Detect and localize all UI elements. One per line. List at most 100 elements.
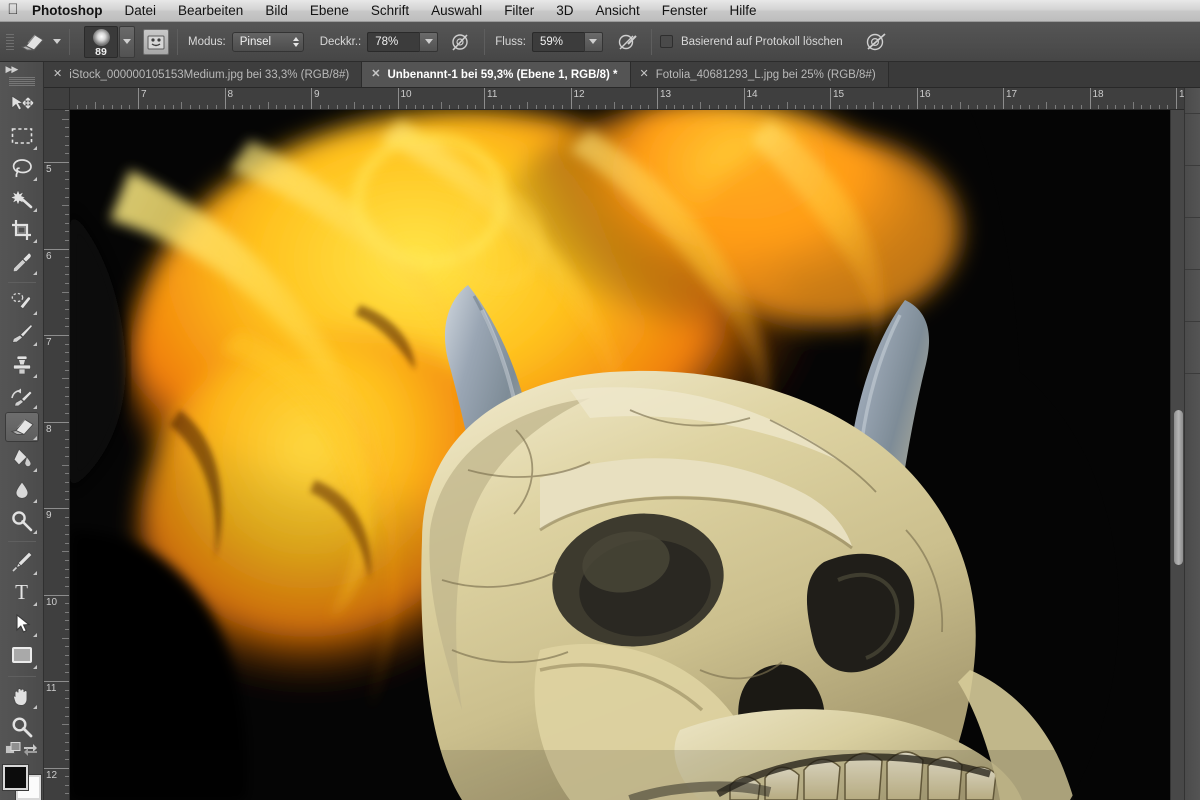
- ruler-tick-minor: [354, 102, 356, 109]
- path-selection-tool[interactable]: [5, 609, 39, 639]
- document-tab-active[interactable]: ✕ Unbenannt-1 bei 59,3% (Ebene 1, RGB/8)…: [362, 62, 631, 87]
- vertical-scrollbar-thumb[interactable]: [1174, 410, 1183, 565]
- ruler-label: 15: [833, 89, 845, 100]
- menu-bild[interactable]: Bild: [254, 0, 299, 22]
- ruler-label: 13: [660, 89, 672, 100]
- brush-tool[interactable]: [5, 318, 39, 348]
- eraser-icon[interactable]: [17, 29, 47, 55]
- quick-mask-icon[interactable]: [4, 742, 22, 762]
- dock-tab[interactable]: [1185, 166, 1200, 218]
- close-icon[interactable]: ✕: [640, 69, 649, 80]
- ruler-tick-minor: [994, 105, 996, 109]
- gradient-tool[interactable]: [5, 443, 39, 473]
- lasso-tool[interactable]: [5, 153, 39, 183]
- options-bar-grip[interactable]: [3, 29, 17, 55]
- opacity-slider-caret-icon[interactable]: [419, 31, 439, 52]
- menu-fenster[interactable]: Fenster: [651, 0, 719, 22]
- apple-logo-icon[interactable]: : [0, 2, 26, 19]
- dodge-tool[interactable]: [5, 506, 39, 536]
- ruler-tick-minor: [968, 105, 970, 109]
- menu-3d[interactable]: 3D: [545, 0, 584, 22]
- blend-mode-select[interactable]: Pinsel: [231, 31, 304, 52]
- vertical-scrollbar[interactable]: [1170, 110, 1184, 800]
- ruler-tick-minor: [440, 102, 442, 109]
- ruler-tick-minor: [65, 213, 69, 215]
- menu-photoshop[interactable]: Photoshop: [26, 0, 114, 22]
- ruler-tick-minor: [65, 456, 69, 458]
- crop-tool[interactable]: [5, 215, 39, 245]
- ruler-tick-major: [743, 88, 745, 109]
- menu-auswahl[interactable]: Auswahl: [420, 0, 493, 22]
- close-icon[interactable]: ✕: [371, 69, 380, 80]
- dock-tab[interactable]: [1185, 270, 1200, 322]
- type-tool[interactable]: T: [5, 578, 39, 608]
- ruler-tick-minor: [864, 105, 866, 109]
- submenu-indicator-icon: [32, 373, 37, 378]
- brush-preset-picker[interactable]: 89: [84, 25, 118, 58]
- magic-wand-tool[interactable]: [5, 184, 39, 214]
- opacity-input[interactable]: 78%: [367, 31, 420, 52]
- collapsed-panel-dock[interactable]: [1184, 62, 1200, 800]
- menu-datei[interactable]: Datei: [114, 0, 168, 22]
- menu-ansicht[interactable]: Ansicht: [584, 0, 650, 22]
- document-tab[interactable]: ✕ Fotolia_40681293_L.jpg bei 25% (RGB/8#…: [630, 62, 889, 87]
- menu-bearbeiten[interactable]: Bearbeiten: [167, 0, 254, 22]
- close-icon[interactable]: ✕: [53, 69, 62, 80]
- zoom-tool[interactable]: [5, 712, 39, 742]
- pen-tool[interactable]: [5, 546, 39, 576]
- menu-schrift[interactable]: Schrift: [360, 0, 420, 22]
- flow-input[interactable]: 59%: [531, 31, 584, 52]
- ruler-tick-minor: [163, 105, 165, 109]
- brush-panel-icon[interactable]: [143, 28, 169, 55]
- eraser-tool[interactable]: [4, 412, 39, 443]
- ruler-tick-minor: [336, 105, 338, 109]
- ruler-tick-minor: [769, 105, 771, 109]
- menu-hilfe[interactable]: Hilfe: [719, 0, 768, 22]
- ruler-tick-minor: [65, 144, 69, 146]
- flow-slider-caret-icon[interactable]: [583, 31, 603, 52]
- screen-mode-icon[interactable]: [22, 742, 39, 762]
- rectangular-marquee-tool[interactable]: [5, 121, 39, 151]
- ruler-label: 9: [46, 510, 52, 521]
- dock-tab[interactable]: [1185, 322, 1200, 374]
- ruler-tick-minor: [475, 105, 477, 109]
- ruler-tick-minor: [65, 499, 69, 501]
- menu-ebene[interactable]: Ebene: [299, 0, 360, 22]
- toolbox-grip[interactable]: [8, 76, 35, 86]
- ruler-tick-minor: [65, 300, 69, 302]
- rectangle-shape-tool[interactable]: [5, 640, 39, 670]
- ruler-tick-minor: [65, 309, 69, 311]
- airbrush-icon[interactable]: [613, 29, 643, 55]
- document-tab[interactable]: ✕ iStock_000000105153Medium.jpg bei 33,3…: [44, 62, 363, 87]
- eyedropper-tool[interactable]: [5, 246, 39, 276]
- ruler-tick-minor: [1011, 105, 1013, 109]
- ruler-tick-minor: [821, 105, 823, 109]
- history-brush-tool[interactable]: [5, 381, 39, 411]
- vertical-ruler[interactable]: 5 6 7 8 9 10 11 12: [44, 110, 70, 800]
- menu-filter[interactable]: Filter: [493, 0, 545, 22]
- dock-tab[interactable]: [1185, 114, 1200, 166]
- pressure-size-icon[interactable]: [861, 29, 891, 55]
- expand-panel-icon[interactable]: ▶▶: [0, 62, 44, 77]
- document-canvas[interactable]: [70, 110, 1170, 800]
- hand-tool[interactable]: [5, 681, 39, 711]
- ruler-tick-minor: [1106, 105, 1108, 109]
- brush-picker-caret-icon[interactable]: [119, 25, 135, 58]
- foreground-color-swatch[interactable]: [2, 765, 28, 791]
- ruler-tick-major: [1089, 88, 1091, 109]
- tool-preset-caret-icon[interactable]: [53, 39, 61, 44]
- ruler-corner[interactable]: [44, 88, 70, 110]
- submenu-indicator-icon: [32, 239, 37, 244]
- blur-tool[interactable]: [5, 475, 39, 505]
- clone-stamp-tool[interactable]: [5, 349, 39, 379]
- ruler-tick-minor: [65, 516, 69, 518]
- ruler-tick-minor: [65, 689, 69, 691]
- healing-brush-tool[interactable]: [5, 287, 39, 317]
- move-tool[interactable]: [5, 90, 39, 120]
- ruler-tick-minor: [65, 326, 69, 328]
- ruler-tick-minor: [65, 179, 69, 181]
- pressure-opacity-icon[interactable]: [446, 29, 476, 55]
- horizontal-ruler[interactable]: 78910111213141516171819: [70, 88, 1200, 110]
- history-erase-checkbox[interactable]: [659, 35, 673, 48]
- dock-tab[interactable]: [1185, 218, 1200, 270]
